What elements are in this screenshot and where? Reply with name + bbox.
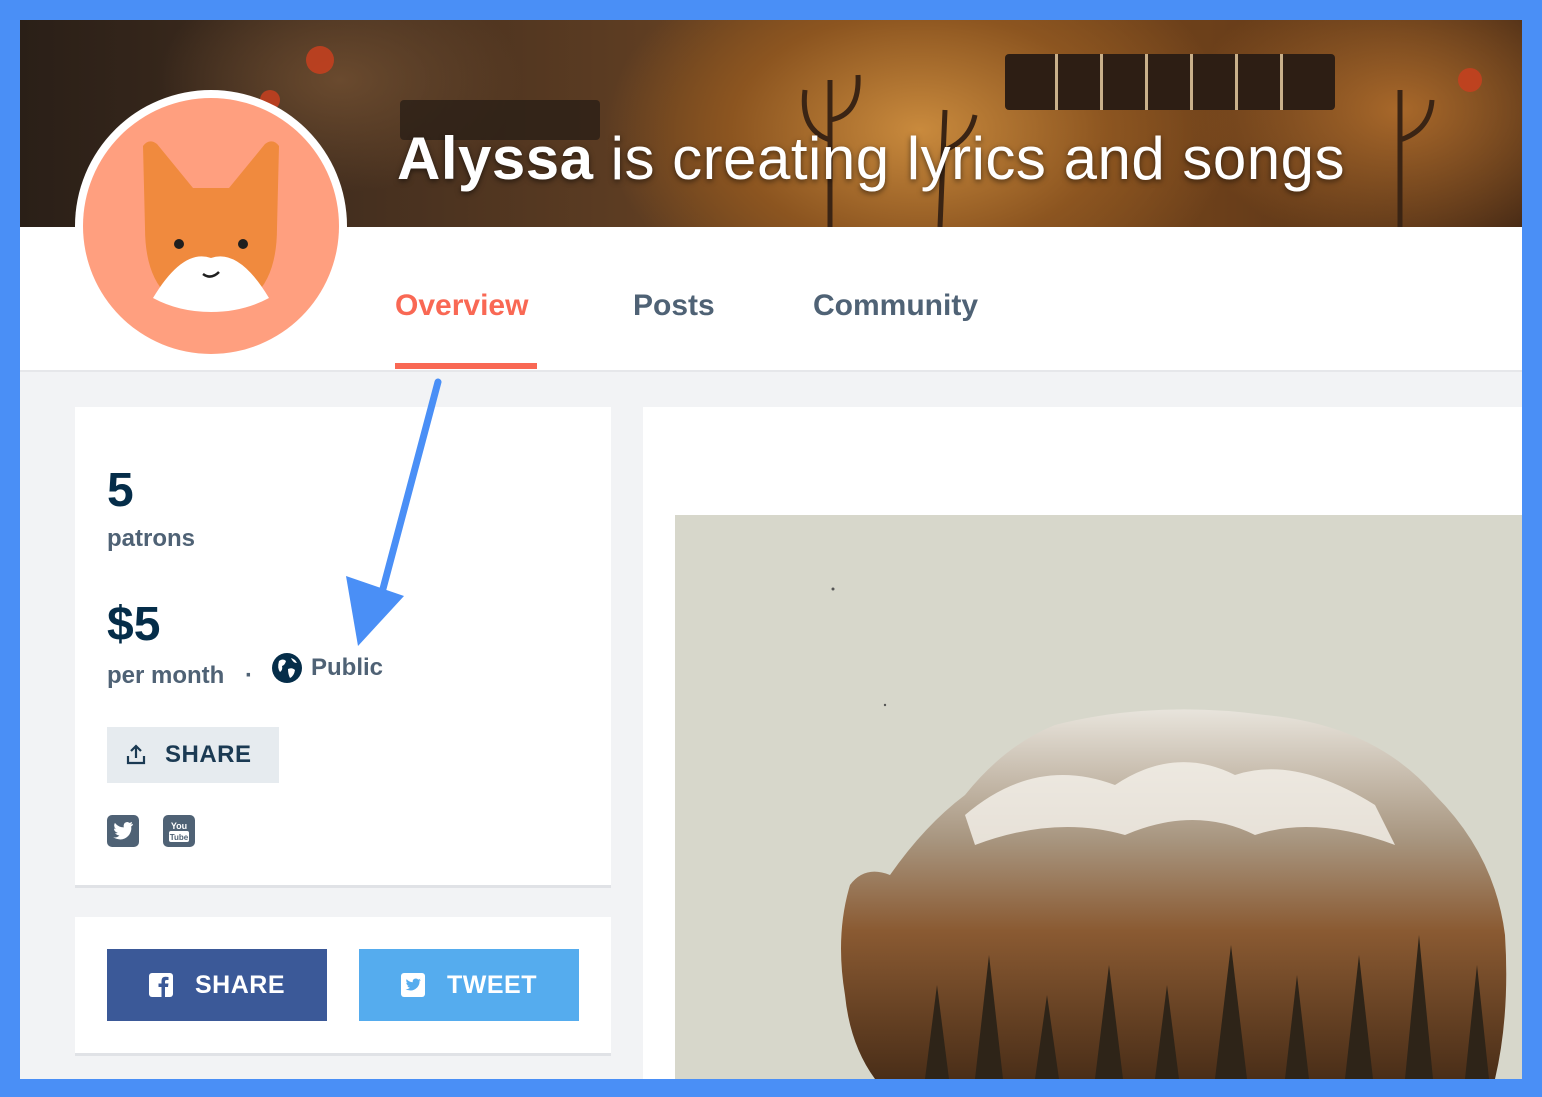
patrons-count: 5 [107, 464, 134, 517]
facebook-icon [148, 973, 173, 997]
share-button[interactable]: SHARE [107, 727, 279, 783]
twitter-icon[interactable] [107, 815, 139, 847]
overview-content-panel [643, 407, 1522, 1079]
share-button-label: SHARE [165, 741, 252, 768]
social-share-card: SHARE TWEET [75, 917, 611, 1056]
page-frame: Alyssa is creating lyrics and songs Over… [20, 20, 1522, 1079]
tab-community[interactable]: Community [813, 289, 978, 323]
active-tab-indicator [395, 363, 537, 369]
tab-overview[interactable]: Overview [395, 289, 528, 323]
patrons-label: patrons [107, 525, 196, 552]
monthly-amount-label: per month [107, 662, 225, 689]
title-description: is creating lyrics and songs [593, 125, 1345, 192]
stats-card: 5 patrons $5 per month · Public SHARE Yo… [75, 407, 611, 888]
page-title: Alyssa is creating lyrics and songs [397, 124, 1345, 193]
facebook-share-label: SHARE [194, 970, 285, 999]
fox-avatar-image [83, 98, 339, 354]
globe-icon [272, 653, 302, 683]
featured-bear-image[interactable] [675, 515, 1522, 1079]
monthly-amount: $5 [107, 598, 161, 651]
tab-posts[interactable]: Posts [633, 289, 715, 323]
svg-text:Tube: Tube [170, 833, 189, 842]
creator-name: Alyssa [397, 125, 594, 192]
visibility-indicator: Public [271, 652, 383, 684]
svg-text:You: You [171, 821, 187, 831]
visibility-label: Public [311, 654, 384, 681]
twitter-icon [401, 973, 425, 997]
twitter-tweet-button[interactable]: TWEET [359, 949, 579, 1021]
youtube-icon[interactable]: You Tube [163, 815, 195, 847]
avatar[interactable] [75, 90, 347, 362]
twitter-tweet-label: TWEET [447, 970, 537, 999]
facebook-share-button[interactable]: SHARE [107, 949, 327, 1021]
share-icon [126, 744, 146, 765]
separator-dot: · [245, 662, 253, 689]
